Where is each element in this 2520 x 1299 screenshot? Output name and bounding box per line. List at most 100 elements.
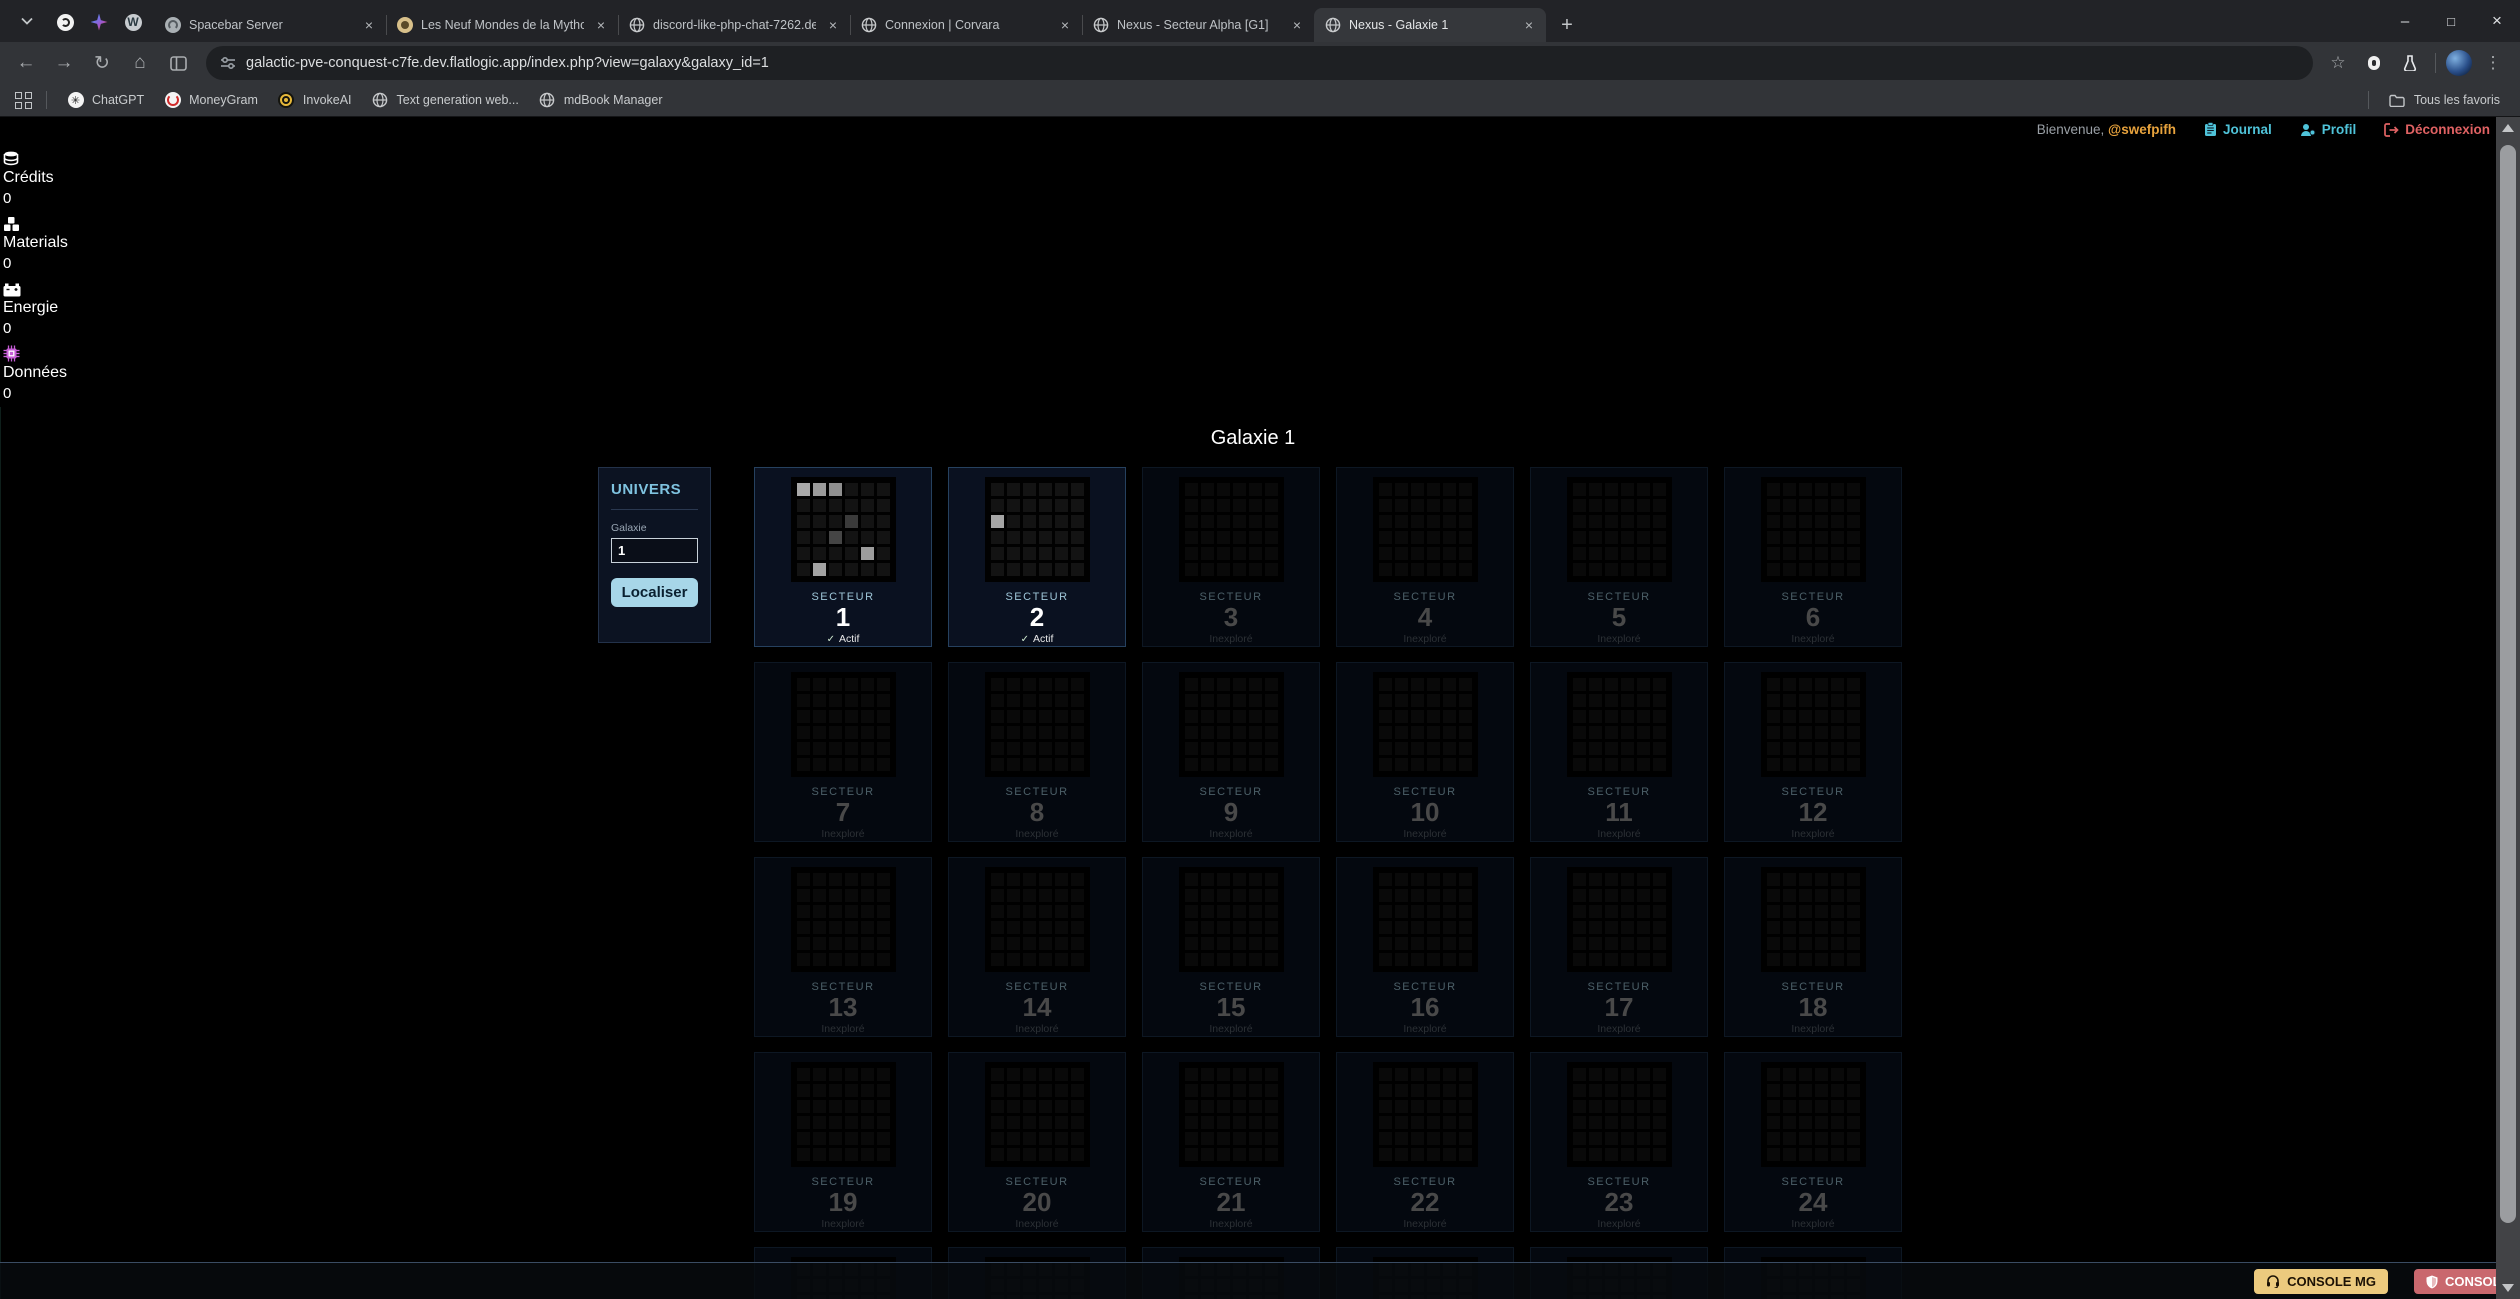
sector-card-20[interactable]: SECTEUR 20 Inexploré <box>948 1052 1126 1232</box>
sector-card-2[interactable]: SECTEUR 2 ✓Actif <box>948 467 1126 647</box>
bookmark-star-button[interactable]: ☆ <box>2323 48 2353 78</box>
sector-card-13[interactable]: SECTEUR 13 Inexploré <box>754 857 932 1037</box>
sector-card-23[interactable]: SECTEUR 23 Inexploré <box>1530 1052 1708 1232</box>
scrollbar-down-arrow[interactable] <box>2496 1277 2520 1299</box>
journal-link[interactable]: Journal <box>2204 122 2272 137</box>
map-cell <box>1039 953 1052 966</box>
map-cell <box>1265 1068 1278 1081</box>
map-cell <box>1395 499 1408 512</box>
map-cell <box>1265 953 1278 966</box>
site-settings-icon[interactable] <box>220 56 236 70</box>
reload-button[interactable]: ↻ <box>84 45 120 81</box>
pinned-tab-1[interactable] <box>48 5 82 39</box>
menu-kebab-button[interactable]: ⋮ <box>2478 48 2508 78</box>
profil-link[interactable]: Profil <box>2300 122 2357 137</box>
maximize-button[interactable]: □ <box>2428 0 2474 42</box>
scrollbar-thumb[interactable] <box>2500 145 2516 1223</box>
sector-card-8[interactable]: SECTEUR 8 Inexploré <box>948 662 1126 842</box>
sector-card-16[interactable]: SECTEUR 16 Inexploré <box>1336 857 1514 1037</box>
tab-close-icon[interactable]: × <box>824 16 842 34</box>
sector-card-18[interactable]: SECTEUR 18 Inexploré <box>1724 857 1902 1037</box>
sector-card-17[interactable]: SECTEUR 17 Inexploré <box>1530 857 1708 1037</box>
pinned-tab-3[interactable]: W <box>116 5 150 39</box>
tab-6[interactable]: Nexus - Galaxie 1 × <box>1314 8 1546 42</box>
sector-card-1[interactable]: SECTEUR 1 ✓Actif <box>754 467 932 647</box>
map-cell <box>1459 515 1472 528</box>
extension-1-button[interactable] <box>2359 48 2389 78</box>
address-bar[interactable]: galactic-pve-conquest-c7fe.dev.flatlogic… <box>206 46 2313 80</box>
forward-button[interactable]: → <box>46 45 82 81</box>
map-cell <box>1783 921 1796 934</box>
map-cell <box>1411 515 1424 528</box>
map-cell <box>1443 531 1456 544</box>
bookmark-item[interactable]: mdBook Manager <box>529 87 673 113</box>
tab-4[interactable]: Connexion | Corvara × <box>850 8 1082 42</box>
sector-card-21[interactable]: SECTEUR 21 Inexploré <box>1142 1052 1320 1232</box>
extension-2-button[interactable] <box>2395 48 2425 78</box>
url-text[interactable]: galactic-pve-conquest-c7fe.dev.flatlogic… <box>246 55 769 71</box>
sector-number: 14 <box>1023 993 1052 1022</box>
pinned-tab-2[interactable] <box>82 5 116 39</box>
bookmark-item[interactable]: InvokeAI <box>268 87 362 113</box>
map-cell <box>1249 694 1262 707</box>
bookmark-item[interactable]: ✳ ChatGPT <box>57 87 154 113</box>
map-cell <box>1589 563 1602 576</box>
side-panel-button[interactable] <box>160 45 196 81</box>
sector-card-5[interactable]: SECTEUR 5 Inexploré <box>1530 467 1708 647</box>
map-cell <box>1071 1132 1084 1145</box>
apps-grid-icon[interactable] <box>10 87 36 113</box>
sector-card-7[interactable]: SECTEUR 7 Inexploré <box>754 662 932 842</box>
tab-close-icon[interactable]: × <box>360 16 378 34</box>
minimize-button[interactable]: – <box>2382 0 2428 42</box>
sector-card-10[interactable]: SECTEUR 10 Inexploré <box>1336 662 1514 842</box>
tab-5[interactable]: Nexus - Secteur Alpha [G1] × <box>1082 8 1314 42</box>
sector-card-24[interactable]: SECTEUR 24 Inexploré <box>1724 1052 1902 1232</box>
console-adm-button[interactable]: CONSOLE ADM <box>2414 1269 2496 1294</box>
tab-1[interactable]: Spacebar Server × <box>154 8 386 42</box>
sector-card-3[interactable]: SECTEUR 3 Inexploré <box>1142 467 1320 647</box>
scrollbar-up-arrow[interactable] <box>2496 117 2520 139</box>
map-cell <box>1233 1084 1246 1097</box>
bookmark-item[interactable]: MoneyGram <box>154 87 268 113</box>
tab-2[interactable]: Les Neuf Mondes de la Mythol × <box>386 8 618 42</box>
all-bookmarks-button[interactable]: Tous les favoris <box>2379 87 2510 113</box>
new-tab-button[interactable]: + <box>1552 10 1582 40</box>
profile-avatar[interactable] <box>2446 50 2472 76</box>
bookmark-item[interactable]: Text generation web... <box>362 87 529 113</box>
tab-close-icon[interactable]: × <box>1288 16 1306 34</box>
home-button[interactable]: ⌂ <box>122 45 158 81</box>
map-cell <box>1767 1116 1780 1129</box>
map-cell <box>1233 873 1246 886</box>
localiser-button[interactable]: Localiser <box>611 578 698 607</box>
sector-card-19[interactable]: SECTEUR 19 Inexploré <box>754 1052 932 1232</box>
tab-search-button[interactable] <box>10 7 44 35</box>
tab-close-icon[interactable]: × <box>1520 16 1538 34</box>
page-scrollbar[interactable] <box>2496 117 2520 1299</box>
sector-card-9[interactable]: SECTEUR 9 Inexploré <box>1142 662 1320 842</box>
map-cell <box>1621 742 1634 755</box>
deconnexion-link[interactable]: Déconnexion <box>2384 122 2490 137</box>
sector-card-14[interactable]: SECTEUR 14 Inexploré <box>948 857 1126 1037</box>
tab-close-icon[interactable]: × <box>592 16 610 34</box>
back-button[interactable]: ← <box>8 45 44 81</box>
map-cell <box>797 953 810 966</box>
sector-card-12[interactable]: SECTEUR 12 Inexploré <box>1724 662 1902 842</box>
map-cell <box>1217 531 1230 544</box>
sector-card-22[interactable]: SECTEUR 22 Inexploré <box>1336 1052 1514 1232</box>
sector-card-6[interactable]: SECTEUR 6 Inexploré <box>1724 467 1902 647</box>
sector-card-4[interactable]: SECTEUR 4 Inexploré <box>1336 467 1514 647</box>
map-cell <box>1217 1116 1230 1129</box>
map-cell <box>1443 515 1456 528</box>
sector-card-15[interactable]: SECTEUR 15 Inexploré <box>1142 857 1320 1037</box>
map-cell <box>1185 547 1198 560</box>
close-button[interactable]: × <box>2474 0 2520 42</box>
galaxie-input[interactable] <box>611 538 698 563</box>
console-mg-button[interactable]: CONSOLE MG <box>2254 1269 2388 1294</box>
tab-3[interactable]: discord-like-php-chat-7262.dev × <box>618 8 850 42</box>
sector-status: Inexploré <box>1791 1023 1834 1035</box>
sector-card-11[interactable]: SECTEUR 11 Inexploré <box>1530 662 1708 842</box>
map-cell <box>829 889 842 902</box>
map-cell <box>1799 531 1812 544</box>
tab-close-icon[interactable]: × <box>1056 16 1074 34</box>
map-cell <box>845 1148 858 1161</box>
